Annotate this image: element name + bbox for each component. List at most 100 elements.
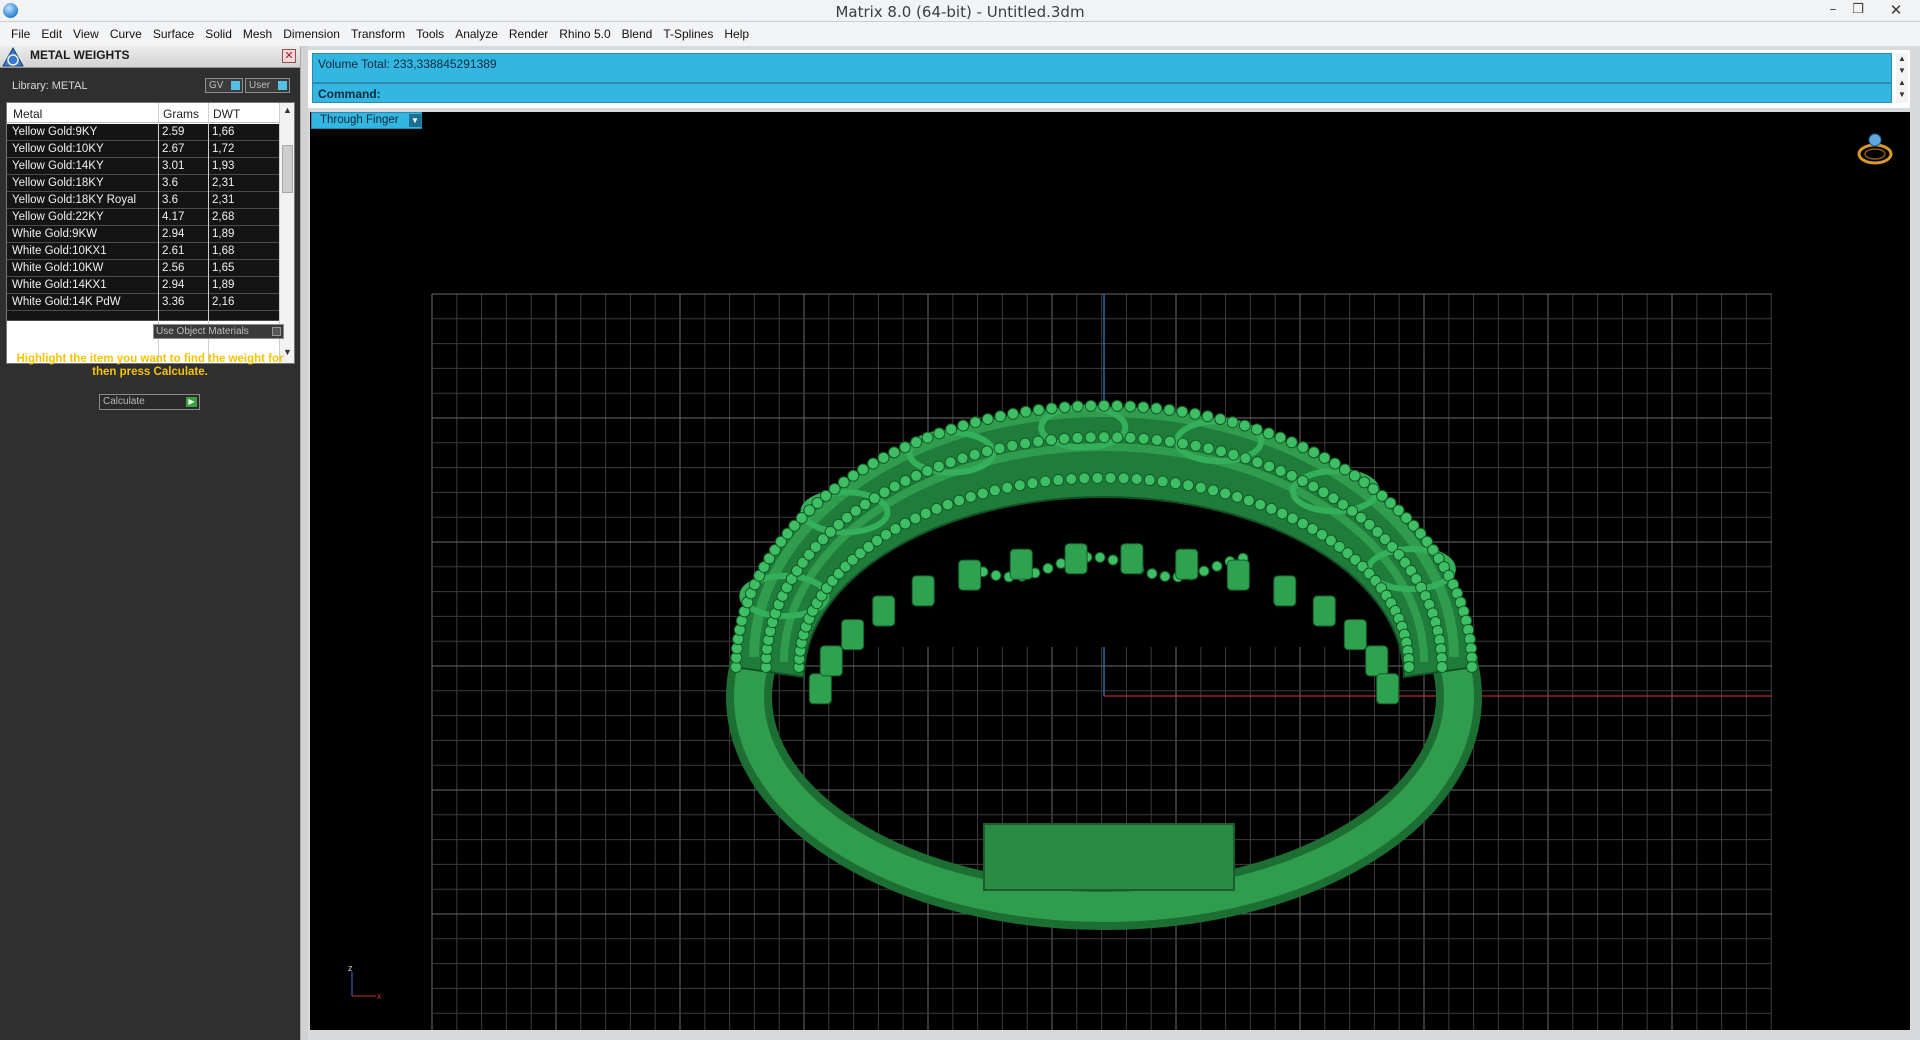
scroll-up-icon[interactable]: ▲ xyxy=(283,105,292,115)
table-row[interactable]: White Gold:14KX1 2.94 1,89 xyxy=(7,277,279,294)
calculate-label: Calculate xyxy=(103,396,145,407)
use-object-materials-label: Use Object Materials xyxy=(156,326,249,337)
ring-prong xyxy=(911,575,935,607)
calculate-button[interactable]: Calculate ▶ xyxy=(99,394,200,410)
ring-bead xyxy=(1045,402,1058,415)
ring-shank-plate xyxy=(983,823,1235,891)
ring-bead xyxy=(1084,431,1097,444)
ring-bead xyxy=(1348,469,1361,482)
table-row[interactable]: White Gold:9KW 2.94 1,89 xyxy=(7,226,279,243)
use-object-materials-toggle[interactable]: Use Object Materials xyxy=(153,324,284,339)
menu-view[interactable]: View xyxy=(68,27,105,41)
ring-bead xyxy=(1150,402,1163,415)
viewport[interactable]: Through Finger ▼ z x xyxy=(310,112,1910,1030)
menu-tools[interactable]: Tools xyxy=(411,27,450,41)
menu-mesh[interactable]: Mesh xyxy=(238,27,278,41)
col-header-grams[interactable]: Grams xyxy=(163,107,199,121)
menu-file[interactable]: File xyxy=(6,27,36,41)
ring-bead xyxy=(1146,568,1158,580)
ring-bead xyxy=(1296,441,1309,454)
cell-dwt: 1,66 xyxy=(212,126,235,138)
ring-bead xyxy=(1006,439,1019,452)
table-header: Metal Grams DWT xyxy=(7,103,279,123)
ring-bead xyxy=(1176,405,1189,418)
menu-rhino[interactable]: Rhino 5.0 xyxy=(554,27,616,41)
table-row[interactable]: Yellow Gold:9KY 2.59 1,66 xyxy=(7,124,279,141)
menu-render[interactable]: Render xyxy=(504,27,554,41)
col-header-metal[interactable]: Metal xyxy=(13,107,42,121)
view-dropdown[interactable]: Through Finger ▼ xyxy=(311,112,422,129)
menu-help[interactable]: Help xyxy=(719,27,755,41)
cell-dwt: 1,93 xyxy=(212,160,235,172)
cell-dwt: 2,16 xyxy=(212,296,235,308)
ring-bead xyxy=(933,427,946,440)
col-header-dwt[interactable]: DWT xyxy=(213,107,240,121)
gv-toggle[interactable]: GV xyxy=(205,78,243,93)
ring-bead xyxy=(1098,399,1110,412)
close-button[interactable]: ✕ xyxy=(1876,0,1916,20)
axes-icon: z x xyxy=(348,963,382,1001)
ring-icon[interactable] xyxy=(1855,128,1895,168)
table-row[interactable]: White Gold:14K PdW 3.36 2,16 xyxy=(7,294,279,311)
user-toggle[interactable]: User xyxy=(245,78,290,93)
ring-bead xyxy=(1159,570,1171,582)
scroll-thumb[interactable] xyxy=(282,145,293,193)
table-row[interactable]: Yellow Gold:18KY Royal 3.6 2,31 xyxy=(7,192,279,209)
menu-solid[interactable]: Solid xyxy=(200,27,238,41)
ring-bead xyxy=(1091,471,1104,484)
axis-z-label: z xyxy=(348,963,353,973)
table-row[interactable]: White Gold:10KX1 2.61 1,68 xyxy=(7,243,279,260)
ring-prong xyxy=(1312,595,1336,627)
cell-grams: 3.36 xyxy=(162,296,185,308)
table-row[interactable]: Yellow Gold:18KY 3.6 2,31 xyxy=(7,175,279,192)
panel-close-icon[interactable]: ✕ xyxy=(282,49,296,63)
menu-edit[interactable]: Edit xyxy=(36,27,68,41)
ring-prong xyxy=(1175,548,1199,580)
command-input[interactable]: Command: xyxy=(312,83,1892,103)
viewport-scene[interactable] xyxy=(310,112,1910,1030)
menu-curve[interactable]: Curve xyxy=(105,27,148,41)
ring-prong xyxy=(958,559,982,591)
ring-bead xyxy=(1137,401,1150,414)
ring-bead xyxy=(988,484,1001,497)
table-body: Yellow Gold:9KY 2.59 1,66 Yellow Gold:10KY… xyxy=(7,124,279,321)
menu-blend[interactable]: Blend xyxy=(617,27,659,41)
ring-bead xyxy=(993,442,1006,455)
ring-bead xyxy=(990,569,1002,581)
restore-button[interactable]: ❐ xyxy=(1845,0,1871,20)
ring-bead xyxy=(1262,427,1275,440)
ring-bead xyxy=(1251,456,1264,469)
cell-metal: Yellow Gold:22KY xyxy=(12,211,104,223)
cell-grams: 3.01 xyxy=(162,160,185,172)
minimize-button[interactable]: – xyxy=(1820,0,1846,20)
window-edge xyxy=(1910,46,1920,1040)
menu-transform[interactable]: Transform xyxy=(346,27,411,41)
table-row[interactable]: Yellow Gold:10KY 2.67 1,72 xyxy=(7,141,279,158)
ring-prong xyxy=(1064,543,1088,575)
ring-bead xyxy=(1238,419,1251,432)
title-bar: Matrix 8.0 (64-bit) - Untitled.3dm – ❐ ✕ xyxy=(0,0,1920,22)
ring-bead xyxy=(1274,431,1287,444)
ring-bead xyxy=(899,441,912,454)
ring-bead xyxy=(1263,460,1276,473)
command-scrollbar[interactable]: ▲ ▼ ▲ ▼ xyxy=(1896,53,1908,103)
menu-tsplines[interactable]: T-Splines xyxy=(658,27,719,41)
menu-dimension[interactable]: Dimension xyxy=(278,27,346,41)
table-row[interactable]: Yellow Gold:14KY 3.01 1,93 xyxy=(7,158,279,175)
library-label: Library: METAL xyxy=(12,80,88,92)
ring-bead xyxy=(1039,475,1052,488)
ring-bead xyxy=(1214,413,1227,426)
ring-bead xyxy=(1296,517,1309,530)
ring-bead xyxy=(1286,512,1299,525)
panel-splitter[interactable] xyxy=(300,46,308,1040)
menu-analyze[interactable]: Analyze xyxy=(450,27,504,41)
table-row[interactable]: White Gold:10KW 2.56 1,65 xyxy=(7,260,279,277)
ring-bead xyxy=(1198,565,1210,577)
table-row-partial[interactable] xyxy=(7,311,279,321)
ring-bead xyxy=(1219,487,1232,500)
ring-bead xyxy=(1285,469,1298,482)
menu-surface[interactable]: Surface xyxy=(148,27,200,41)
table-row[interactable]: Yellow Gold:22KY 4.17 2,68 xyxy=(7,209,279,226)
ring-bead xyxy=(930,502,943,515)
toggle-icon xyxy=(278,81,287,90)
